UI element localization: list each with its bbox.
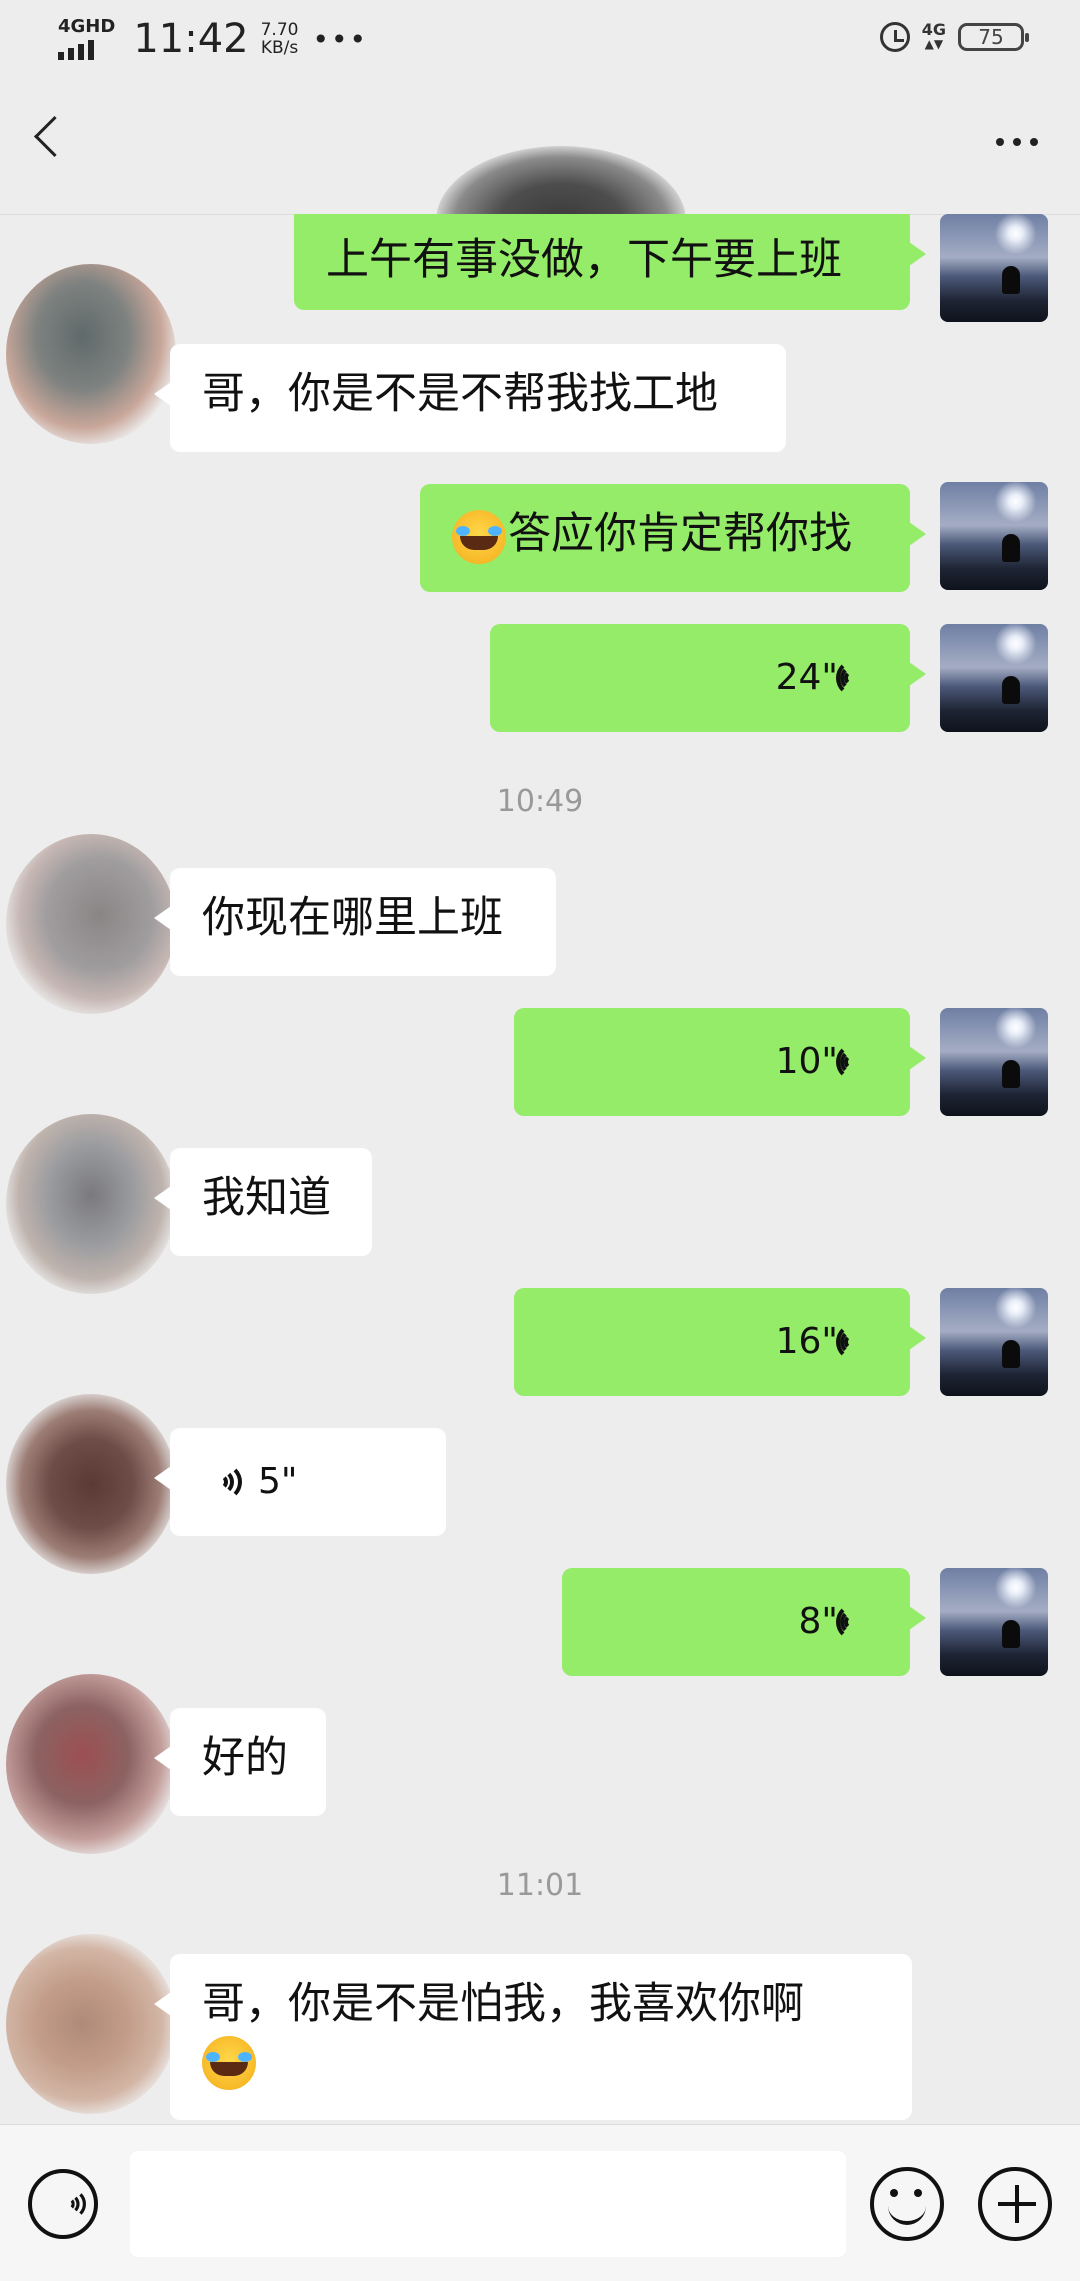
battery-icon: 75 [958, 23, 1029, 51]
voice-message[interactable]: 8" [562, 1568, 926, 1676]
voice-message[interactable]: 16" [514, 1288, 926, 1396]
emoji-icon[interactable] [870, 2167, 944, 2241]
net-speed-unit: KB/s [260, 38, 299, 58]
voice-message[interactable]: 5" [154, 1428, 446, 1536]
voice-wave-icon [208, 1463, 242, 1501]
my-avatar[interactable] [940, 624, 1048, 732]
message-text: 上午有事没做，下午要上班 [326, 235, 842, 285]
timestamp: 10:49 [496, 784, 584, 819]
message-text: 哥，你是不是不帮我找工地 [202, 369, 718, 419]
status-left: 4GHD 11:42 7.70 KB/s ••• [58, 16, 368, 62]
message-text: 好的 [202, 1733, 288, 1783]
plus-icon[interactable] [978, 2167, 1052, 2241]
voice-duration: 8" [798, 1601, 838, 1642]
message-text: 答应你肯定帮你找 [508, 509, 852, 559]
voice-duration: 10" [775, 1041, 838, 1082]
message-bubble[interactable]: 你现在哪里上班 [154, 868, 556, 976]
my-avatar[interactable] [940, 1288, 1048, 1396]
timestamp: 11:01 [496, 1868, 584, 1903]
message-text: 你现在哪里上班 [202, 893, 503, 943]
voice-toggle-icon[interactable] [28, 2169, 98, 2239]
contact-avatar[interactable] [6, 1394, 176, 1574]
voice-wave-icon [836, 1323, 872, 1361]
clock: 11:42 [133, 16, 249, 62]
voice-duration: 16" [775, 1321, 838, 1362]
signal-indicator: 4GHD [58, 18, 115, 60]
voice-duration: 5" [258, 1461, 298, 1502]
my-avatar[interactable] [940, 1568, 1048, 1676]
more-dots-icon[interactable] [996, 138, 1038, 146]
voice-message[interactable]: 10" [514, 1008, 926, 1116]
voice-wave-icon [836, 1603, 872, 1641]
alarm-icon [879, 22, 910, 52]
notification-more-icon: ••• [312, 22, 368, 56]
message-bubble[interactable]: 好的 [154, 1708, 326, 1816]
chat-header [0, 80, 1080, 296]
voice-duration: 24" [775, 657, 838, 698]
contact-avatar[interactable] [6, 1114, 176, 1294]
message-text: 哥，你是不是怕我，我喜欢你啊 [202, 1979, 804, 2029]
voice-wave-icon [59, 2188, 86, 2220]
message-list[interactable]: 上午有事没做，下午要上班 哥，你是不是不帮我找工地 答应你肯定帮你找 24" 1… [0, 214, 1080, 2124]
network-type: 4GHD [58, 16, 116, 37]
message-input[interactable] [130, 2151, 846, 2257]
crying-laughing-emoji [202, 2035, 256, 2090]
net-speed-value: 7.70 [260, 20, 299, 40]
contact-avatar[interactable] [6, 1674, 176, 1854]
contact-avatar[interactable] [6, 1934, 176, 2114]
data-arrows-icon: ▲▼ [924, 37, 944, 51]
my-avatar[interactable] [940, 214, 1048, 322]
my-avatar[interactable] [940, 482, 1048, 590]
signal-bars-icon [58, 40, 115, 60]
voice-message[interactable]: 24" [490, 624, 926, 732]
message-bubble[interactable]: 上午有事没做，下午要上班 [294, 214, 926, 310]
mobile-data-icon: 4G ▲▼ [922, 22, 946, 52]
net-speed: 7.70 KB/s [261, 21, 299, 57]
message-bubble[interactable]: 哥，你是不是不帮我找工地 [154, 344, 786, 452]
crying-laughing-emoji [452, 509, 506, 564]
mobile-data-label: 4G [921, 20, 946, 39]
voice-wave-icon [836, 1043, 872, 1081]
contact-avatar[interactable] [6, 264, 176, 444]
status-bar: 4GHD 11:42 7.70 KB/s ••• 4G ▲▼ 75 [0, 0, 1080, 80]
message-bubble[interactable]: 哥，你是不是怕我，我喜欢你啊 [154, 1954, 912, 2120]
status-right: 4G ▲▼ 75 [879, 22, 1029, 52]
message-text: 我知道 [202, 1173, 331, 1223]
chevron-left-icon[interactable] [33, 115, 76, 158]
message-bubble[interactable]: 答应你肯定帮你找 [420, 484, 926, 592]
voice-wave-icon [836, 659, 872, 697]
input-bar [0, 2124, 1080, 2281]
message-bubble[interactable]: 我知道 [154, 1148, 372, 1256]
my-avatar[interactable] [940, 1008, 1048, 1116]
contact-avatar[interactable] [6, 834, 176, 1014]
